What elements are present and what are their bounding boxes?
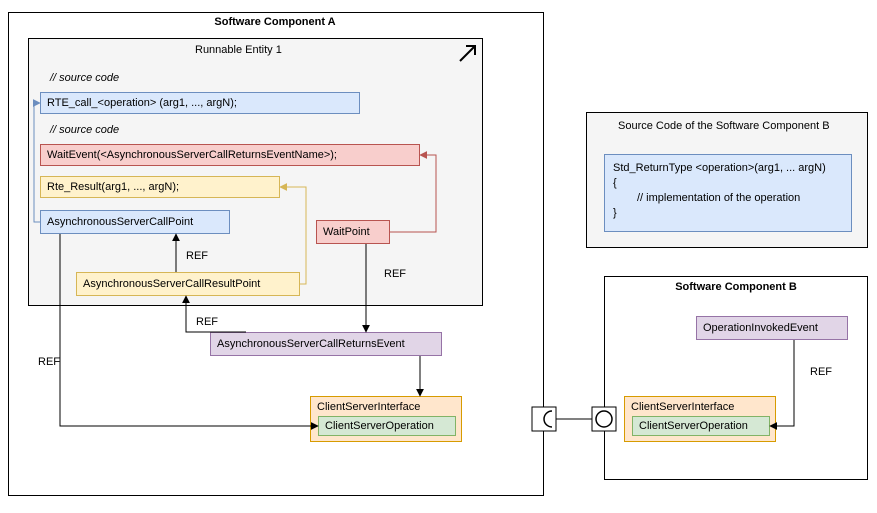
wait-event-text: WaitEvent(<AsynchronousServerCallReturns… <box>47 149 337 161</box>
op-invoked-text: OperationInvokedEvent <box>703 322 818 334</box>
cso-b-text: ClientServerOperation <box>639 420 748 432</box>
async-call-point-text: AsynchronousServerCallPoint <box>47 216 193 228</box>
ref-label-3: REF <box>196 316 218 328</box>
src-b-line1: Std_ReturnType <operation>(arg1, ... arg… <box>613 161 843 176</box>
source-code-comment-1: // source code <box>50 72 119 84</box>
component-a-title: Software Component A <box>214 16 335 28</box>
component-b-frame <box>604 276 868 480</box>
cso-a-box: ClientServerOperation <box>318 416 456 436</box>
source-b-title: Source Code of the Software Component B <box>618 120 830 132</box>
op-invoked-box: OperationInvokedEvent <box>696 316 848 340</box>
csi-b-text: ClientServerInterface <box>631 401 734 413</box>
async-returns-event-box: AsynchronousServerCallReturnsEvent <box>210 332 442 356</box>
csi-a-text: ClientServerInterface <box>317 401 420 413</box>
ref-label-1: REF <box>186 250 208 262</box>
rte-result-box: Rte_Result(arg1, ..., argN); <box>40 176 280 198</box>
async-result-point-box: AsynchronousServerCallResultPoint <box>76 272 300 296</box>
async-returns-event-text: AsynchronousServerCallReturnsEvent <box>217 338 405 350</box>
wait-point-text: WaitPoint <box>323 226 370 238</box>
rte-call-text: RTE_call_<operation> (arg1, ..., argN); <box>47 97 237 109</box>
wait-point-box: WaitPoint <box>316 220 390 244</box>
async-result-point-text: AsynchronousServerCallResultPoint <box>83 278 260 290</box>
rte-result-text: Rte_Result(arg1, ..., argN); <box>47 181 179 193</box>
rte-call-box: RTE_call_<operation> (arg1, ..., argN); <box>40 92 360 114</box>
ref-label-4: REF <box>38 356 60 368</box>
ref-label-2: REF <box>384 268 406 280</box>
src-b-line4: } <box>613 206 843 221</box>
wait-event-box: WaitEvent(<AsynchronousServerCallReturns… <box>40 144 420 166</box>
component-b-title: Software Component B <box>675 281 797 293</box>
src-b-line3: // implementation of the operation <box>613 191 843 206</box>
src-b-line2: { <box>613 176 843 191</box>
async-call-point-box: AsynchronousServerCallPoint <box>40 210 230 234</box>
cso-a-text: ClientServerOperation <box>325 420 434 432</box>
cso-b-box: ClientServerOperation <box>632 416 770 436</box>
source-code-comment-2: // source code <box>50 124 119 136</box>
source-b-code-box: Std_ReturnType <operation>(arg1, ... arg… <box>604 154 852 232</box>
ref-label-5: REF <box>810 366 832 378</box>
runnable-entity-title: Runnable Entity 1 <box>195 44 282 56</box>
